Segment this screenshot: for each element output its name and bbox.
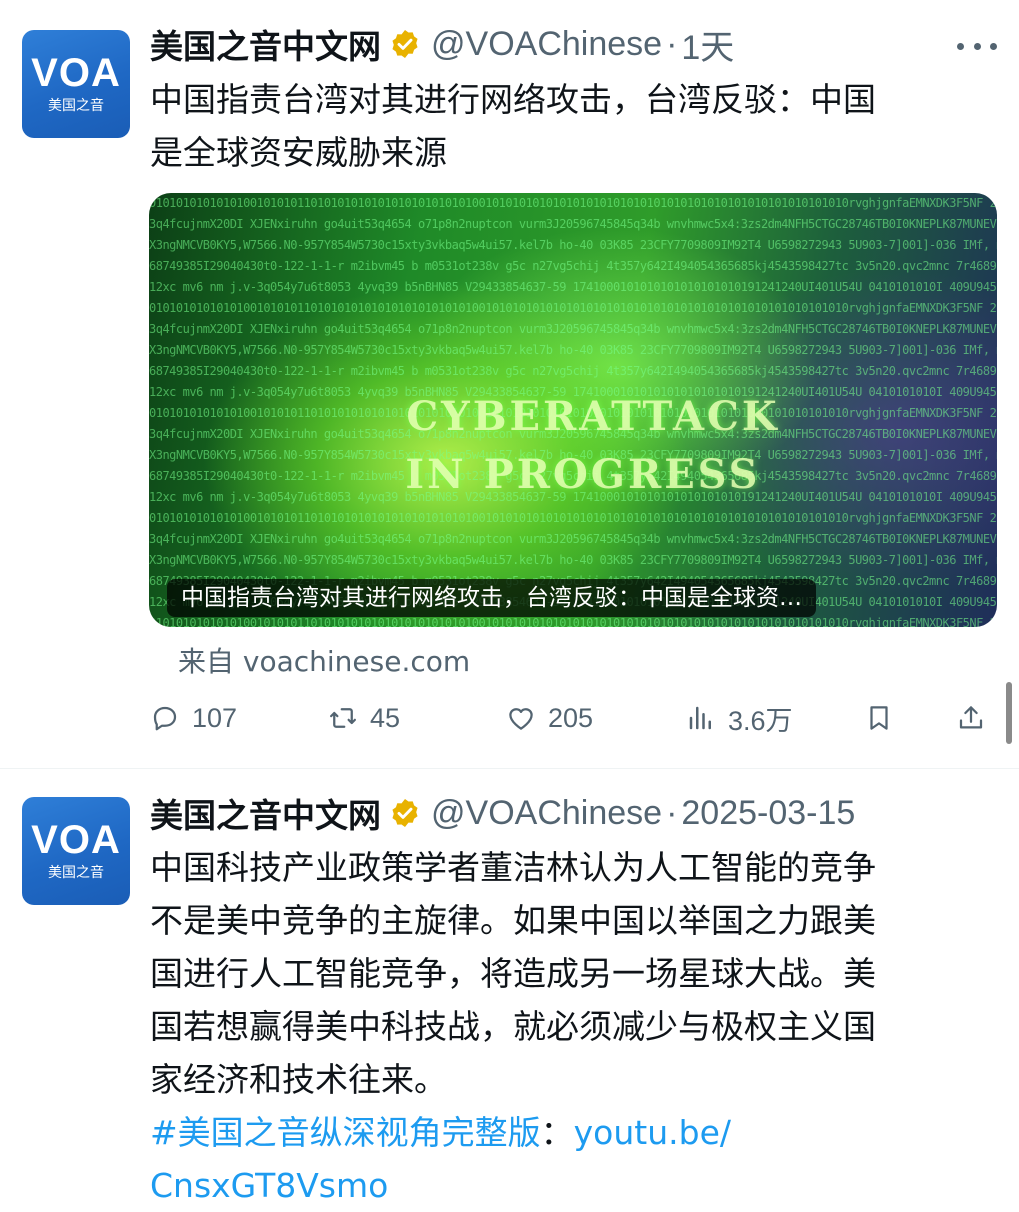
voa-logo-text: VOA [31,818,121,862]
tweet-header: 美国之音中文网 @VOAChinese · 1天 [150,20,734,69]
tweet-timestamp[interactable]: 2025-03-15 [681,794,855,833]
views-button[interactable]: 3.6万 [686,698,793,738]
author-name[interactable]: 美国之音中文网 [150,789,381,837]
avatar[interactable]: VOA 美国之音 [22,30,130,138]
verified-badge-icon [392,30,418,58]
retweet-count: 45 [370,702,401,733]
hashtag-link[interactable]: #美国之音纵深视角完整版 [150,1113,541,1152]
tweet-text-line: 中国指责台湾对其进行网络攻击，台湾反驳：中国 [150,80,876,119]
tweet-text-line: 国进行人工智能竞争，将造成另一场星球大战。美 [150,954,876,993]
url-link[interactable]: youtu.be/ [574,1113,731,1152]
reply-count: 107 [192,702,238,733]
image-subheadline: IN PROGRESS [405,451,761,498]
card-title-caption: 中国指责台湾对其进行网络攻击，台湾反驳：中国是全球资… [167,579,816,617]
bookmark-icon [870,706,888,730]
bookmark-button[interactable] [864,698,894,738]
verified-badge-icon [392,799,418,827]
author-handle[interactable]: @VOAChinese [431,25,662,64]
tweet-text-line: #美国之音纵深视角完整版：youtu.be/ [150,1106,990,1159]
tweet-text-line: 中国科技产业政策学者董洁林认为人工智能的竞争 [150,848,876,887]
link-card-image[interactable]: 0101010101010100101010110101010101010101… [149,193,997,627]
tweet-text: 中国科技产业政策学者董洁林认为人工智能的竞争 不是美中竞争的主旋律。如果中国以举… [150,841,990,1212]
more-icon[interactable] [957,36,997,56]
tweet-text-line: CnsxGT8Vsmo [150,1159,990,1212]
tweet-text-line: 家经济和技术往来。 [150,1060,447,1099]
separator-dot: · [666,793,678,832]
avatar[interactable]: VOA 美国之音 [22,797,130,905]
colon: ： [540,1113,574,1152]
tweet-text-line: 国若想赢得美中科技战，就必须减少与极权主义国 [150,1007,876,1046]
author-name[interactable]: 美国之音中文网 [150,20,381,68]
voa-logo-text: VOA [31,51,121,95]
tweet-text-line: 不是美中竞争的主旋律。如果中国以举国之力跟美 [150,901,876,940]
voa-logo-subtext: 美国之音 [48,865,104,881]
url-link-continued[interactable]: CnsxGT8Vsmo [150,1166,388,1205]
tweet-header: 美国之音中文网 @VOAChinese · 2025-03-15 [150,789,855,837]
scrollbar[interactable] [1006,682,1012,744]
tweet-text: 中国指责台湾对其进行网络攻击，台湾反驳：中国 是全球资安威胁来源 [150,73,990,179]
voa-logo-subtext: 美国之音 [48,98,104,114]
action-bar: 107 45 205 3.6万 [0,698,1019,738]
views-count: 3.6万 [728,705,793,736]
tweet-timestamp[interactable]: 1天 [681,20,734,69]
reply-button[interactable]: 107 [150,698,237,738]
image-headline: CYBERATTACK [406,393,780,440]
reply-icon [153,706,177,731]
tweet-2[interactable]: VOA 美国之音 美国之音中文网 @VOAChinese · 2025-03-1… [0,769,1019,1205]
retweet-button[interactable]: 45 [328,698,400,738]
share-button[interactable] [956,698,986,738]
like-count: 205 [548,702,594,733]
views-icon [689,706,711,730]
share-icon [959,706,983,729]
card-source[interactable]: 来自 voachinese.com [178,640,470,680]
like-button[interactable]: 205 [506,698,593,738]
tweet-1[interactable]: VOA 美国之音 美国之音中文网 @VOAChinese · 1天 中国指责台湾… [0,0,1019,768]
retweet-icon [330,708,356,728]
like-icon [509,708,533,730]
separator-dot: · [666,24,678,63]
author-handle[interactable]: @VOAChinese [431,794,662,833]
tweet-text-line: 是全球资安威胁来源 [150,133,447,172]
